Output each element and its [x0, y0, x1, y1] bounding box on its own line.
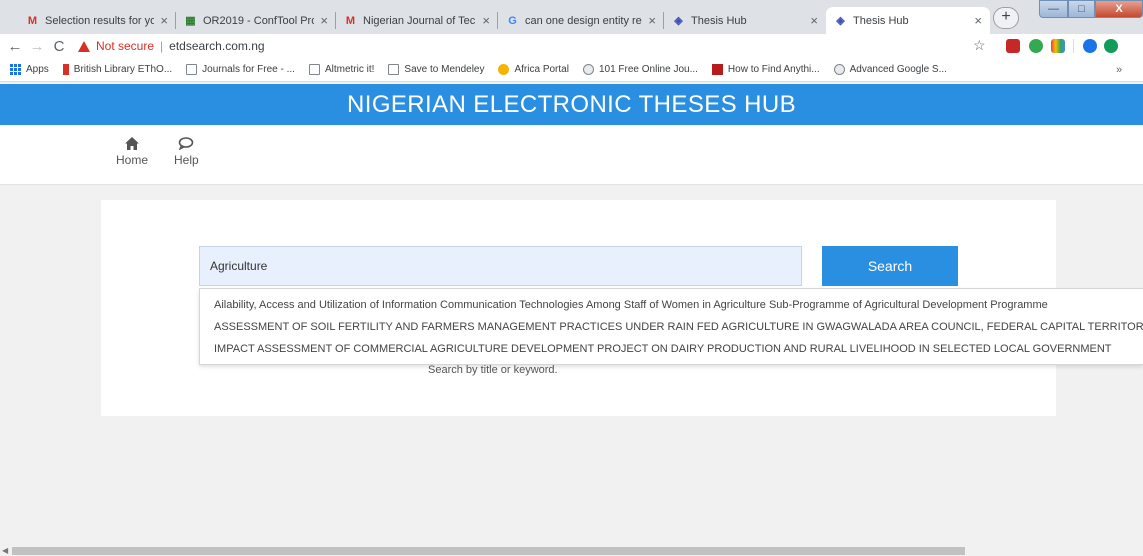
africa-portal-icon — [498, 64, 510, 75]
star-icon[interactable]: ☆ — [973, 37, 986, 54]
extension-icon[interactable] — [1104, 39, 1118, 53]
bookmark-label: 101 Free Online Jou... — [598, 64, 698, 75]
bookmark-label: Africa Portal — [514, 64, 569, 75]
extension-icon[interactable] — [1006, 39, 1020, 53]
browser-tab[interactable]: M Selection results for you × — [18, 7, 176, 34]
close-window-button[interactable]: X — [1095, 0, 1143, 18]
close-tab-icon[interactable]: × — [648, 13, 656, 28]
scroll-left-arrow-icon[interactable]: ◀ — [2, 546, 8, 555]
bookmark-label: Advanced Google S... — [849, 64, 947, 75]
autocomplete-suggestion[interactable]: ASSESSMENT OF SOIL FERTILITY AND FARMERS… — [200, 316, 1143, 338]
bookmark-item[interactable]: British Library EThO... — [62, 64, 173, 75]
bookmark-item[interactable]: Altmetric it! — [308, 64, 375, 75]
tab-title: Selection results for you — [45, 14, 155, 27]
search-input[interactable] — [199, 246, 802, 286]
bookmark-item[interactable]: How to Find Anythi... — [711, 64, 820, 75]
conftool-icon: ▦ — [185, 15, 196, 27]
browser-tab-active[interactable]: ◈ Thesis Hub × — [826, 7, 990, 34]
bookmarks-overflow-icon[interactable]: » — [1116, 64, 1122, 76]
nav-item-home[interactable]: Home — [116, 137, 148, 167]
new-tab-button[interactable]: + — [993, 7, 1019, 29]
page-icon — [308, 64, 320, 75]
search-hint: Search by title or keyword. — [428, 364, 558, 376]
page-title: NIGERIAN ELECTRONIC THESES HUB — [0, 84, 1143, 125]
window-controls: — □ X — [1039, 0, 1143, 20]
bookmarks-bar: Apps British Library EThO... Journals fo… — [0, 58, 1143, 82]
browser-tab[interactable]: G can one design entity re × — [498, 7, 664, 34]
bookmark-label: How to Find Anythi... — [727, 64, 820, 75]
close-tab-icon[interactable]: × — [320, 13, 328, 28]
chat-bubble-icon — [174, 137, 199, 153]
nav-label: Home — [116, 153, 149, 167]
autocomplete-dropdown: Ailability, Access and Utilization of In… — [199, 288, 1143, 365]
profile-avatar-icon[interactable] — [1083, 39, 1097, 53]
browser-tab[interactable]: M Nigerian Journal of Tech × — [336, 7, 498, 34]
bookmark-item[interactable]: Apps — [10, 64, 49, 75]
close-tab-icon[interactable]: × — [974, 13, 982, 28]
browser-tab-bar: M Selection results for you × ▦ OR2019 -… — [0, 0, 1143, 34]
bookmark-item[interactable]: 101 Free Online Jou... — [582, 64, 698, 75]
close-tab-icon[interactable]: × — [160, 13, 168, 28]
horizontal-scrollbar[interactable]: ◀ — [0, 546, 1143, 556]
google-icon: G — [508, 14, 517, 27]
minimize-button[interactable]: — — [1039, 0, 1068, 18]
tab-title: Thesis Hub — [853, 14, 909, 27]
thesis-hub-icon: ◈ — [674, 15, 683, 27]
bookmark-label: Apps — [26, 64, 49, 75]
maximize-button[interactable]: □ — [1068, 0, 1095, 18]
home-icon — [116, 137, 148, 153]
url-field[interactable]: etdsearch.com.ng — [169, 39, 264, 53]
gmail-icon: M — [27, 14, 38, 27]
bookmark-item[interactable]: Journals for Free - ... — [186, 64, 295, 75]
warning-icon — [78, 40, 90, 52]
close-tab-icon[interactable]: × — [482, 13, 490, 28]
forward-arrow-icon[interactable]: → — [26, 38, 48, 55]
address-bar: ← → C Not secure | etdsearch.com.ng ☆ — [0, 34, 1143, 58]
tab-title: Nigerian Journal of Tech — [363, 14, 477, 27]
apps-grid-icon — [10, 64, 21, 75]
bookmark-label: Save to Mendeley — [404, 64, 485, 75]
grammarly-icon[interactable] — [1029, 39, 1043, 53]
close-tab-icon[interactable]: × — [810, 13, 818, 28]
search-button[interactable]: Search — [822, 246, 958, 286]
tab-title: Thesis Hub — [691, 14, 747, 27]
bookmark-label: Altmetric it! — [324, 64, 375, 75]
globe-icon — [582, 64, 594, 75]
autocomplete-suggestion[interactable]: Ailability, Access and Utilization of In… — [200, 294, 1143, 316]
page-icon — [388, 64, 400, 75]
autocomplete-suggestion[interactable]: IMPACT ASSESSMENT OF COMMERCIAL AGRICULT… — [200, 338, 1143, 360]
nav-item-help[interactable]: Help — [174, 137, 199, 167]
browser-tab[interactable]: ◈ Thesis Hub × — [664, 7, 826, 34]
bookmark-item[interactable]: Advanced Google S... — [833, 64, 947, 75]
browser-tab[interactable]: ▦ OR2019 - ConfTool Pro × — [176, 7, 336, 34]
site-nav: Home Help — [0, 125, 1143, 185]
security-label: Not secure — [96, 39, 155, 53]
thesis-hub-icon: ◈ — [836, 15, 845, 27]
extension-icon[interactable] — [1051, 39, 1065, 53]
bookmark-icon — [711, 64, 723, 75]
bookmark-item[interactable]: Save to Mendeley — [388, 64, 484, 75]
bookmark-label: British Library EThO... — [73, 64, 173, 75]
nav-label: Help — [174, 153, 199, 167]
bookmark-label: Journals for Free - ... — [202, 64, 295, 75]
tab-title: can one design entity re — [525, 14, 642, 27]
security-indicator[interactable]: Not secure — [78, 39, 154, 53]
globe-icon — [833, 64, 845, 75]
reload-icon[interactable]: C — [48, 38, 70, 55]
scrollbar-thumb[interactable] — [12, 547, 965, 555]
gmail-icon: M — [345, 14, 356, 27]
back-arrow-icon[interactable]: ← — [4, 38, 26, 55]
page-icon — [186, 64, 198, 75]
bookmark-icon — [62, 64, 69, 75]
bookmark-item[interactable]: Africa Portal — [498, 64, 569, 75]
tab-title: OR2019 - ConfTool Pro — [203, 14, 315, 27]
